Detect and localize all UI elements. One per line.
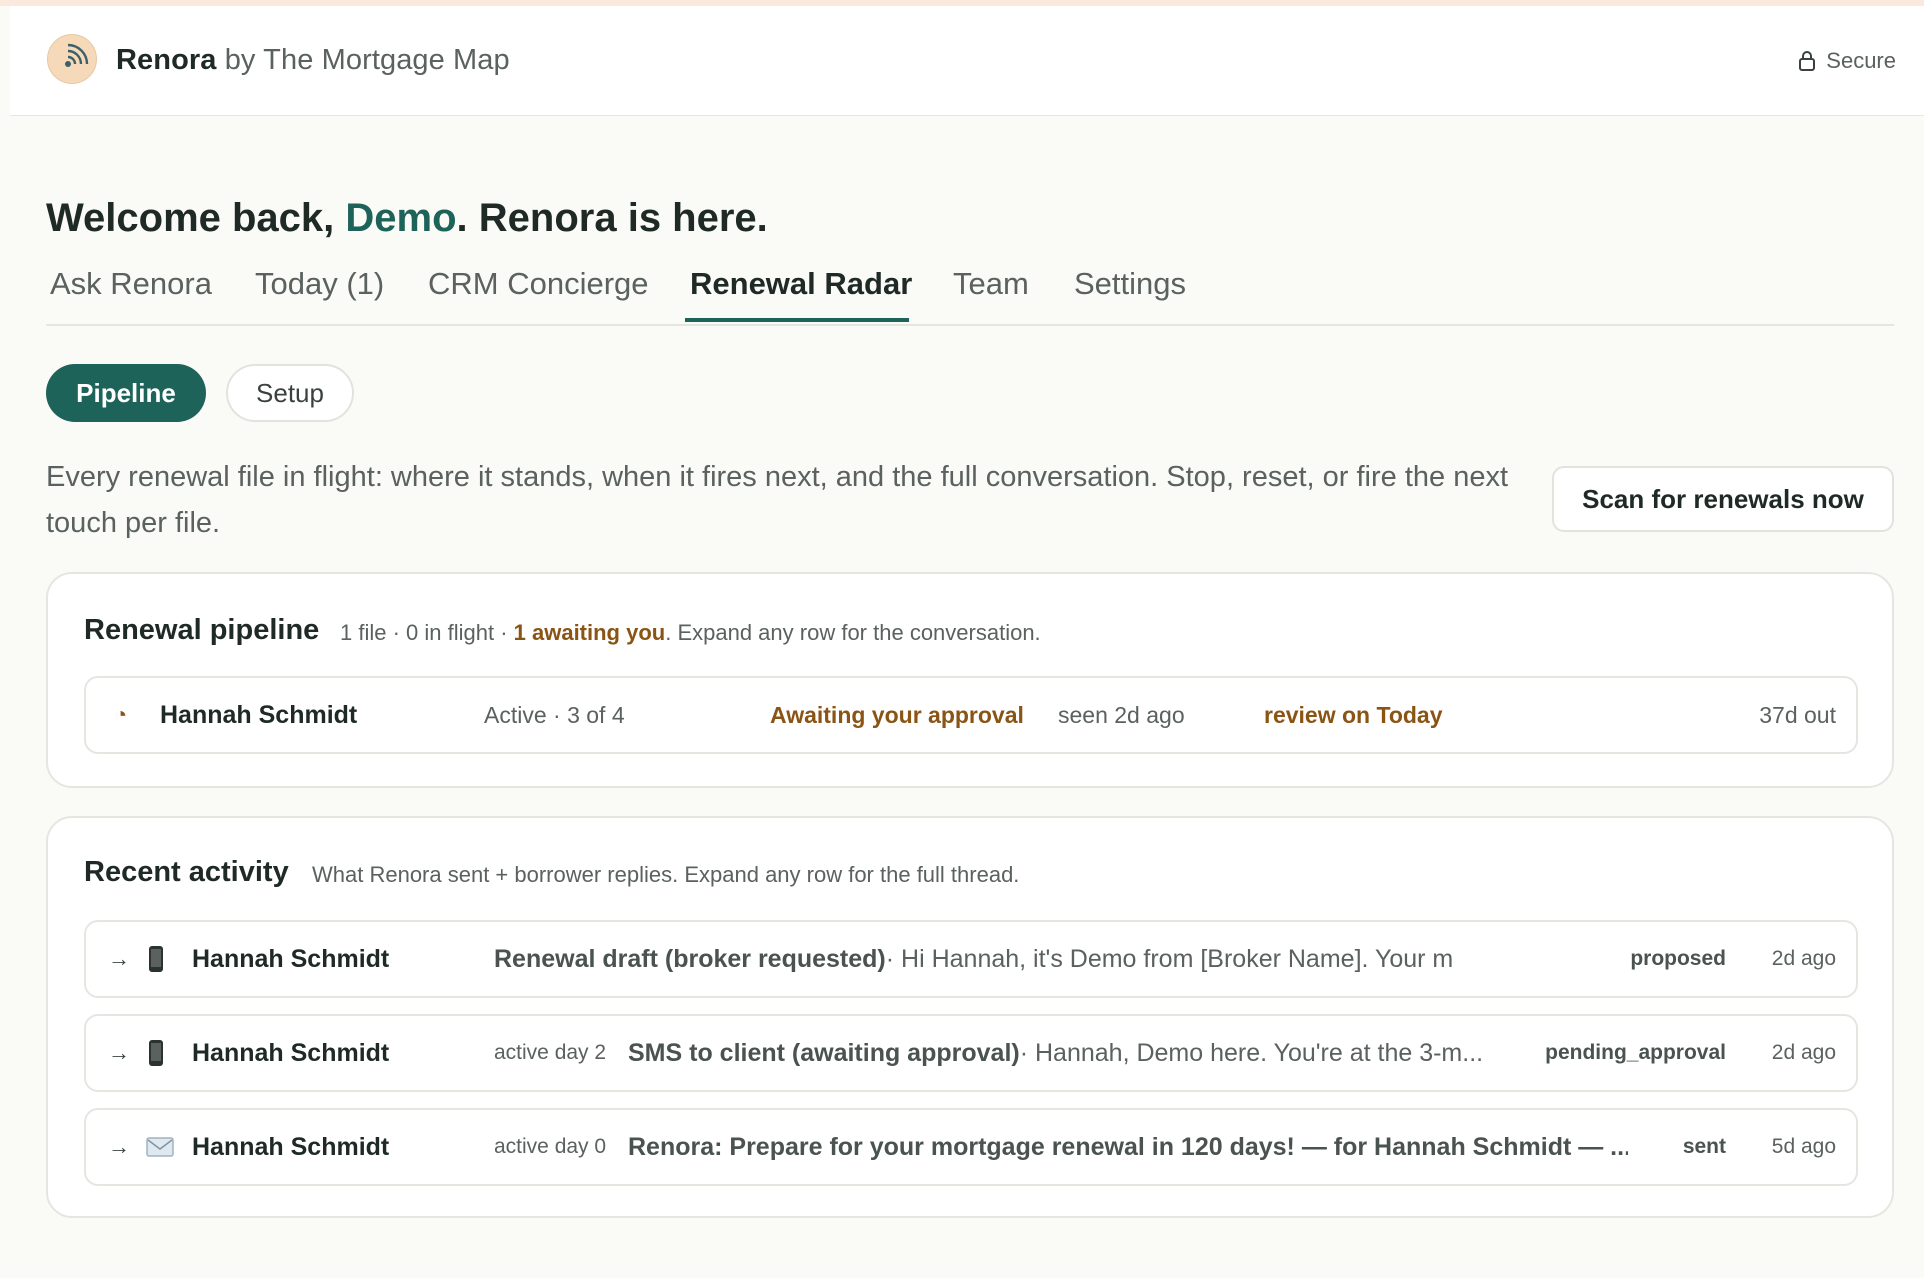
activity-message: Renewal draft (broker requested) · Hi Ha… xyxy=(494,922,1454,996)
pipeline-status: Awaiting your approval xyxy=(770,701,1024,728)
pipeline-row[interactable]: ◔ Hannah Schmidt Active · 3 of 4 Awaitin… xyxy=(84,676,1858,754)
welcome-suffix: . Renora is here. xyxy=(456,196,768,240)
activity-preview: · Hi Hannah, it's Demo from [Broker Name… xyxy=(885,944,1454,973)
activity-subject: SMS to client (awaiting approval) xyxy=(628,1038,1020,1067)
activity-row[interactable]: → Hannah Schmidt Renewal draft (broker r… xyxy=(84,920,1858,998)
pipeline-summary: 1 file · 0 in flight · 1 awaiting you. E… xyxy=(340,620,1041,646)
activity-status: sent xyxy=(1682,1135,1726,1158)
secure-indicator: Secure xyxy=(1798,48,1896,74)
pipeline-client-name: Hannah Schmidt xyxy=(160,700,358,729)
page-description: Every renewal file in flight: where it s… xyxy=(46,461,1509,539)
recent-activity-card: Recent activity What Renora sent + borro… xyxy=(46,816,1894,1218)
renora-logo xyxy=(47,34,97,84)
activity-client-name: Hannah Schmidt xyxy=(192,1132,390,1161)
secure-label: Secure xyxy=(1826,48,1896,73)
activity-subtitle: What Renora sent + borrower replies. Exp… xyxy=(312,862,1020,887)
app-header: Renora by The Mortgage Map Secure xyxy=(10,6,1924,116)
phone-icon xyxy=(148,1016,172,1090)
subtab-pipeline[interactable]: Pipeline xyxy=(46,364,206,422)
activity-subject: Renora: Prepare for your mortgage renewa… xyxy=(628,1132,1628,1161)
outgoing-arrow-icon: → xyxy=(108,946,130,971)
activity-row[interactable]: → Hannah Schmidt active day 2 SMS to cli… xyxy=(84,1014,1858,1092)
tab-today[interactable]: Today (1) xyxy=(255,266,384,302)
subtab-setup[interactable]: Setup xyxy=(226,364,354,422)
tab-crm-concierge[interactable]: CRM Concierge xyxy=(428,266,649,302)
outgoing-arrow-icon: → xyxy=(108,1134,130,1159)
welcome-prefix: Welcome back, xyxy=(46,196,346,240)
activity-status: proposed xyxy=(1630,947,1726,970)
pipeline-summary-prefix: 1 file · 0 in flight · xyxy=(340,620,514,645)
pipeline-seen: seen 2d ago xyxy=(1058,701,1185,728)
activity-subject: Renewal draft (broker requested) xyxy=(494,944,886,973)
renewal-pipeline-card: Renewal pipeline 1 file · 0 in flight · … xyxy=(46,572,1894,788)
brand-name: Renora xyxy=(116,44,217,76)
phone-icon xyxy=(148,922,172,996)
tab-settings[interactable]: Settings xyxy=(1074,266,1186,302)
activity-preview: · Hannah, Demo here. You're at the 3-m..… xyxy=(1019,1038,1484,1067)
activity-status: pending_approval xyxy=(1545,1041,1726,1064)
active-tab-indicator xyxy=(685,318,909,322)
tab-ask-renora[interactable]: Ask Renora xyxy=(50,266,212,302)
brand-byline: by The Mortgage Map xyxy=(224,44,510,76)
pipeline-due: 37d out xyxy=(1759,701,1836,728)
review-on-today-link[interactable]: review on Today xyxy=(1264,678,1504,752)
tab-team[interactable]: Team xyxy=(953,266,1029,302)
outgoing-arrow-icon: → xyxy=(108,1040,130,1065)
activity-client-name: Hannah Schmidt xyxy=(192,944,390,973)
lock-icon xyxy=(1798,50,1816,72)
clock-icon: ◔ xyxy=(114,702,128,727)
activity-age: 2d ago xyxy=(1771,1041,1836,1064)
activity-message: SMS to client (awaiting approval) · Hann… xyxy=(628,1016,1508,1090)
activity-age: 5d ago xyxy=(1771,1135,1836,1158)
activity-day: active day 0 xyxy=(494,1135,607,1158)
activity-client-name: Hannah Schmidt xyxy=(192,1038,390,1067)
activity-message: Renora: Prepare for your mortgage renewa… xyxy=(628,1110,1628,1184)
pipeline-stage: Active · 3 of 4 xyxy=(484,701,625,728)
pipeline-awaiting-count: 1 awaiting you xyxy=(513,620,666,645)
activity-day: active day 2 xyxy=(494,1041,607,1064)
email-icon xyxy=(146,1110,176,1184)
activity-row[interactable]: → Hannah Schmidt active day 0 Renora: Pr… xyxy=(84,1108,1858,1186)
brand-title: Renora by The Mortgage Map xyxy=(116,44,510,77)
welcome-user: Demo xyxy=(345,196,457,240)
main-tabs: Ask Renora Today (1) CRM Concierge Renew… xyxy=(46,262,1894,326)
activity-title: Recent activity xyxy=(84,856,289,888)
activity-age: 2d ago xyxy=(1771,947,1836,970)
welcome-heading: Welcome back, Demo. Renora is here. xyxy=(46,196,768,241)
pipeline-title: Renewal pipeline xyxy=(84,614,320,646)
scan-renewals-button[interactable]: Scan for renewals now xyxy=(1552,466,1894,532)
tab-renewal-radar[interactable]: Renewal Radar xyxy=(690,266,912,302)
pipeline-summary-suffix: . Expand any row for the conversation. xyxy=(665,620,1041,645)
